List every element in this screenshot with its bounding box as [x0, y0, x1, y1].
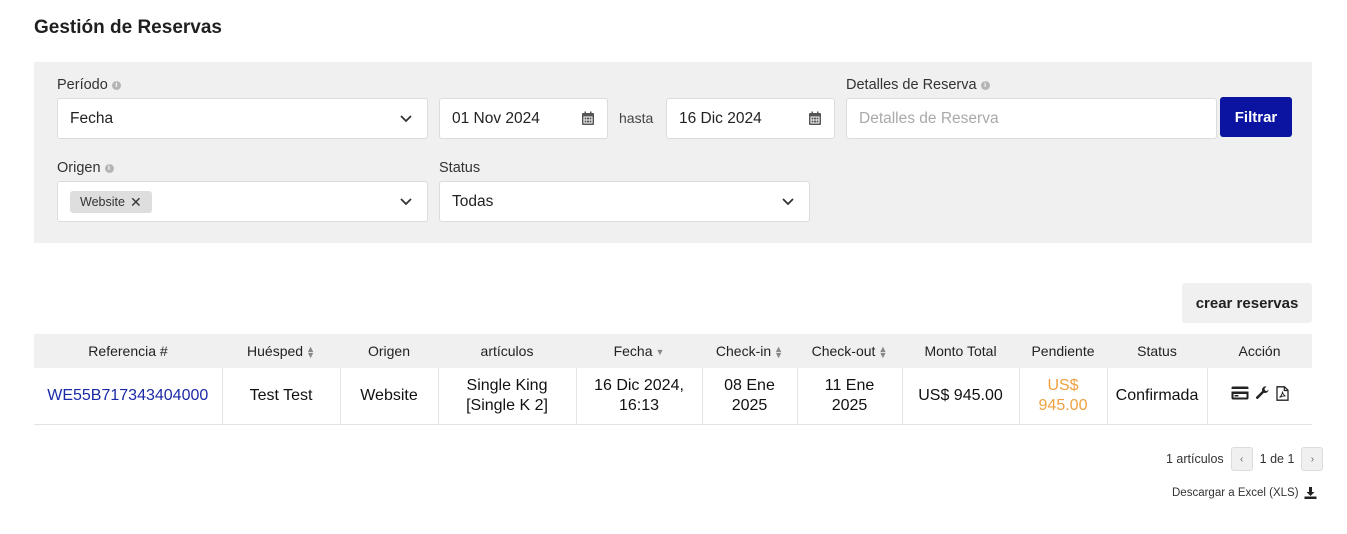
header-checkout[interactable]: Check-out ▲ ▼ — [797, 334, 902, 368]
header-reference: Referencia # — [88, 343, 168, 359]
info-icon[interactable]: i — [980, 80, 990, 90]
header-items: artículos — [480, 343, 534, 359]
calendar-icon[interactable] — [808, 111, 822, 126]
pagination-count: 1 artículos — [1166, 452, 1224, 466]
page-title: Gestión de Reservas — [34, 17, 222, 38]
pagination: 1 artículos ‹ 1 de 1 › — [1162, 447, 1324, 471]
status-select[interactable]: Todas — [439, 181, 810, 222]
checkout-line2: 2025 — [831, 396, 868, 414]
checkin-line1: 08 Ene — [724, 376, 775, 394]
header-action: Acción — [1238, 343, 1281, 359]
header-date[interactable]: Fecha ▼ — [576, 334, 702, 368]
cell-guest: Test Test — [222, 368, 341, 424]
status-label-text: Status — [439, 160, 481, 176]
download-excel-link[interactable]: Descargar a Excel (XLS) — [1172, 487, 1317, 499]
period-label-text: Período — [57, 77, 108, 93]
info-icon[interactable]: i — [111, 80, 121, 90]
download-icon — [1304, 487, 1317, 499]
sort-down-icon[interactable]: ▼ — [656, 348, 665, 357]
header-checkout-label: Check-out — [811, 343, 876, 359]
period-select[interactable]: Fecha — [57, 98, 428, 139]
sort-icon[interactable]: ▲ ▼ — [878, 345, 887, 360]
header-guest-label: Huésped — [247, 343, 304, 359]
table-row: WE55B717343404000 Test Test Website Sing… — [34, 368, 1312, 424]
header-guest[interactable]: Huésped ▲ ▼ — [222, 334, 340, 368]
calendar-icon[interactable] — [581, 111, 595, 126]
pagination-page: 1 de 1 — [1259, 452, 1295, 466]
reservations-table: Referencia # Huésped ▲ ▼ Origen artículos … — [34, 334, 1312, 425]
header-status: Status — [1137, 343, 1177, 359]
date-to-input[interactable]: 16 Dic 2024 — [666, 98, 835, 139]
cell-total: US$ 945.00 — [902, 368, 1020, 424]
download-label: Descargar a Excel (XLS) — [1172, 487, 1299, 499]
date-from-input[interactable]: 01 Nov 2024 — [439, 98, 608, 139]
date-to-value: 16 Dic 2024 — [679, 109, 762, 127]
details-label: Detalles de Reserva i — [846, 77, 990, 93]
header-total: Monto Total — [924, 343, 997, 359]
create-reservation-button[interactable]: crear reservas — [1182, 283, 1312, 323]
items-line1: Single King — [466, 376, 548, 394]
origin-chip: Website ✕ — [70, 190, 152, 213]
cell-checkout: 11 Ene 2025 — [797, 368, 903, 424]
cell-status: Confirmada — [1107, 368, 1208, 424]
cell-origin: Website — [340, 368, 439, 424]
header-checkin-label: Check-in — [715, 343, 772, 359]
wrench-icon[interactable] — [1255, 385, 1270, 401]
until-label: hasta — [619, 110, 654, 126]
items-line2: [Single K 2] — [466, 396, 548, 414]
chevron-down-icon — [777, 191, 799, 213]
chevron-down-icon — [395, 191, 417, 213]
action-icons — [1231, 385, 1289, 401]
date-line1: 16 Dic 2024, — [594, 376, 684, 394]
pending-line1: US$ — [1047, 376, 1079, 394]
table-header-row: Referencia # Huésped ▲ ▼ Origen artículos … — [34, 334, 1312, 368]
pagination-next-button[interactable]: › — [1301, 447, 1324, 471]
cell-checkin: 08 Ene 2025 — [702, 368, 798, 424]
cell-reference: WE55B717343404000 — [34, 368, 223, 424]
cell-items: Single King [Single K 2] — [438, 368, 577, 424]
date-line2: 16:13 — [618, 396, 660, 414]
sort-icon[interactable]: ▲ ▼ — [774, 345, 783, 360]
origin-multiselect[interactable]: Website ✕ — [57, 181, 428, 222]
status-select-value: Todas — [452, 192, 494, 210]
sort-icon[interactable]: ▲ ▼ — [306, 345, 315, 360]
reference-link[interactable]: WE55B717343404000 — [47, 387, 208, 404]
period-label: Período i — [57, 77, 121, 93]
details-placeholder: Detalles de Reserva — [859, 109, 999, 127]
header-pending: Pendiente — [1031, 343, 1095, 359]
chevron-down-icon — [395, 108, 417, 130]
filter-button[interactable]: Filtrar — [1220, 97, 1292, 137]
origin-chip-label: Website — [80, 194, 125, 209]
date-from-value: 01 Nov 2024 — [452, 109, 540, 127]
checkout-line1: 11 Ene — [824, 376, 875, 394]
details-input[interactable]: Detalles de Reserva — [846, 98, 1217, 139]
status-label: Status — [439, 160, 480, 176]
pagination-prev-button[interactable]: ‹ — [1230, 447, 1253, 471]
details-label-text: Detalles de Reserva — [846, 77, 977, 93]
pdf-icon[interactable] — [1276, 385, 1289, 401]
cell-date: 16 Dic 2024, 16:13 — [576, 368, 703, 424]
origin-chip-list: Website ✕ — [58, 190, 395, 213]
close-icon[interactable]: ✕ — [130, 195, 142, 209]
header-origin: Origen — [367, 343, 411, 359]
cell-pending: US$ 945.00 — [1019, 368, 1108, 424]
checkin-line2: 2025 — [731, 396, 768, 414]
period-select-value: Fecha — [70, 109, 114, 127]
origin-label-text: Origen — [57, 160, 101, 176]
credit-card-icon[interactable] — [1231, 386, 1249, 400]
info-icon[interactable]: i — [104, 163, 114, 173]
filter-panel: Período i Fecha 01 Nov 2024 hasta 16 Dic… — [34, 62, 1312, 243]
cell-actions — [1207, 368, 1312, 424]
header-checkin[interactable]: Check-in ▲ ▼ — [702, 334, 797, 368]
pending-line2: 945.00 — [1038, 396, 1088, 414]
origin-label: Origen i — [57, 160, 114, 176]
header-date-label: Fecha — [613, 343, 653, 359]
